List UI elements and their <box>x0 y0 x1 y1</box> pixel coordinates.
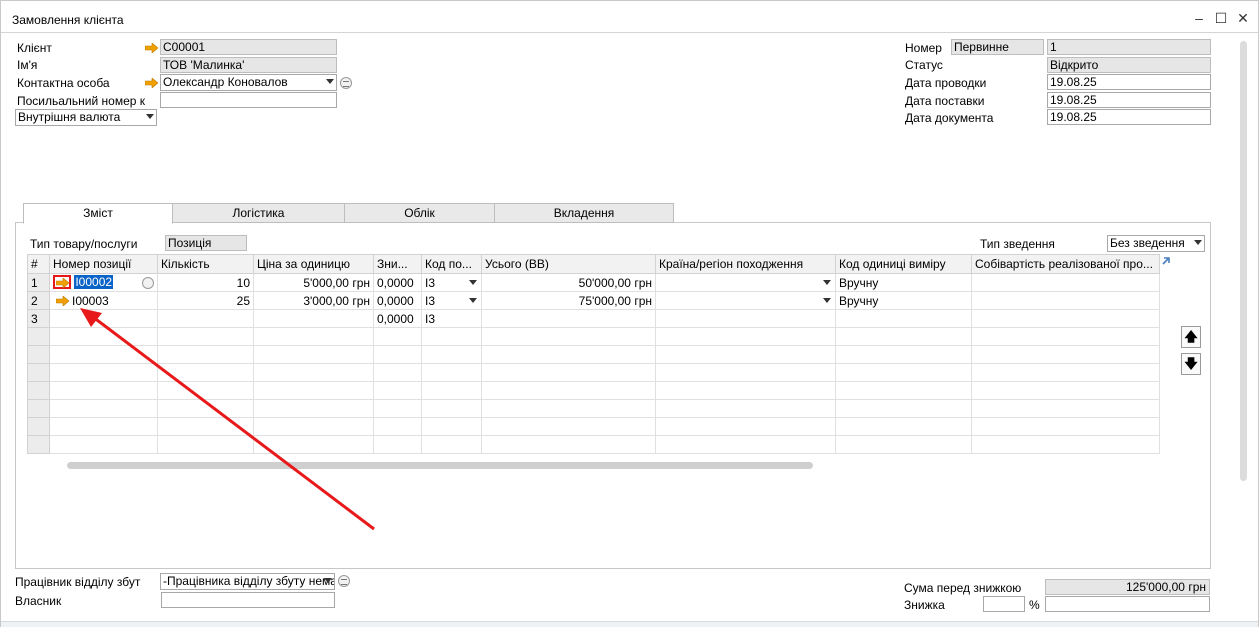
total-before-discount-field: 125'000,00 грн <box>1045 579 1210 595</box>
sales-employee-select[interactable]: -Працівника відділу збуту немає- <box>160 573 335 590</box>
owner-field[interactable] <box>161 592 335 608</box>
total-before-discount-label: Сума перед знижкою <box>904 581 1022 595</box>
discount-amount-field[interactable] <box>1045 596 1210 612</box>
percent-sign: % <box>1029 598 1040 612</box>
bottom-strip <box>1 621 1258 627</box>
owner-label: Власник <box>15 594 62 608</box>
sales-employee-label: Працівник відділу збут <box>15 575 141 589</box>
sales-order-window: Замовлення клієнта – ☐ ✕ Клієнт C00001 І… <box>0 0 1259 627</box>
details-icon[interactable] <box>338 575 350 587</box>
annotation-arrow <box>80 308 375 531</box>
discount-percent-field[interactable] <box>983 596 1025 612</box>
dropdown-icon <box>324 578 332 583</box>
discount-label: Знижка <box>904 598 945 612</box>
sales-employee-value: -Працівника відділу збуту немає- <box>163 574 335 588</box>
